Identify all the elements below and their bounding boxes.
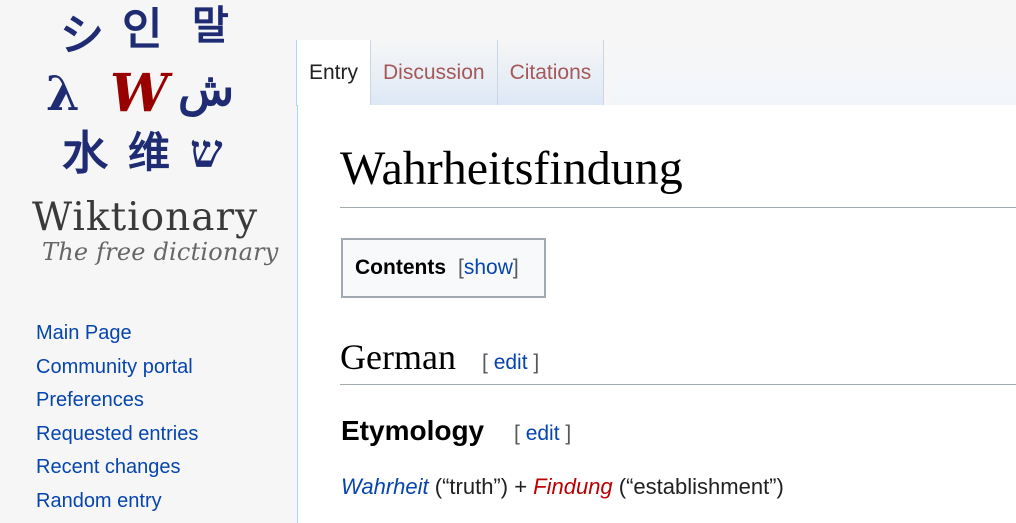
page-title: Wahrheitsfindung — [340, 142, 683, 195]
logo-glyph-lambda: λ — [46, 66, 80, 122]
title-divider — [340, 207, 1016, 208]
sidebar-item-random-entry: Random entry — [36, 488, 198, 522]
edit-bracket-close: ] — [565, 422, 572, 445]
random-entry-link[interactable]: Random entry — [36, 490, 162, 512]
gloss-truth: (“truth”) + — [428, 474, 534, 499]
tab-citations[interactable]: Citations — [497, 40, 605, 106]
etymology-text: Wahrheit (“truth”) + Findung (“establish… — [341, 476, 784, 498]
logo-glyph-katakana: シ — [60, 10, 104, 61]
table-of-contents: Contents [show] — [341, 238, 546, 298]
preferences-link[interactable]: Preferences — [36, 389, 144, 411]
community-portal-link[interactable]: Community portal — [36, 356, 193, 378]
toc-show-link[interactable]: show — [464, 256, 513, 279]
logo-glyph-w: W — [110, 63, 169, 124]
gloss-establishment: (“establishment”) — [612, 474, 784, 499]
edit-bracket-close: ] — [533, 351, 540, 374]
logo-wordmark: Wiktionary — [32, 195, 259, 240]
requested-entries-link[interactable]: Requested entries — [36, 423, 198, 445]
logo-glyph-arabic: ش — [178, 62, 235, 116]
toc-toggle: [show] — [458, 256, 519, 280]
logo-glyph-korean: 인 — [122, 4, 163, 55]
language-heading: German — [340, 337, 456, 377]
term-link-wahrheit[interactable]: Wahrheit — [341, 474, 429, 499]
logo-glyph-wei: 维 — [128, 128, 171, 177]
logo-glyph-water: 水 — [62, 126, 108, 180]
main-page-link[interactable]: Main Page — [36, 322, 132, 344]
logo-glyph-hangul: 말 — [192, 2, 229, 49]
tab-bar-background — [613, 40, 1016, 106]
sidebar-item-community-portal: Community portal — [36, 354, 198, 388]
term-redlink-findung[interactable]: Findung — [533, 474, 613, 499]
tab-entry[interactable]: Entry — [296, 40, 372, 106]
logo-tagline: The free dictionary — [42, 238, 279, 266]
logo-glyph-shin: ש — [190, 124, 223, 178]
sidebar-item-preferences: Preferences — [36, 387, 198, 421]
sidebar-item-main-page: Main Page — [36, 320, 198, 354]
main-content: Wahrheitsfindung Contents [show] German … — [297, 105, 1016, 523]
sidebar-item-requested-entries: Requested entries — [36, 421, 198, 455]
recent-changes-link[interactable]: Recent changes — [36, 456, 181, 478]
tab-discussion[interactable]: Discussion — [371, 40, 498, 106]
language-divider — [340, 384, 1016, 385]
german-edit-link[interactable]: edit — [494, 351, 528, 374]
etymology-edit-section: [ edit ] — [514, 423, 571, 444]
sidebar-navigation: Main Page Community portal Preferences R… — [36, 320, 198, 522]
edit-bracket-open: [ — [514, 422, 520, 445]
toc-title: Contents — [355, 256, 446, 279]
edit-bracket-open: [ — [482, 351, 488, 374]
sidebar-item-recent-changes: Recent changes — [36, 454, 198, 488]
etymology-edit-link[interactable]: edit — [526, 422, 560, 445]
namespace-tabs: Entry Discussion Citations — [296, 40, 605, 106]
wiktionary-logo[interactable]: シ 인 말 λ W ش 水 维 ש Wiktionary The free di… — [0, 0, 296, 290]
german-edit-section: [ edit ] — [482, 352, 539, 373]
etymology-heading: Etymology — [341, 415, 485, 446]
toc-bracket-close: ] — [512, 256, 519, 279]
